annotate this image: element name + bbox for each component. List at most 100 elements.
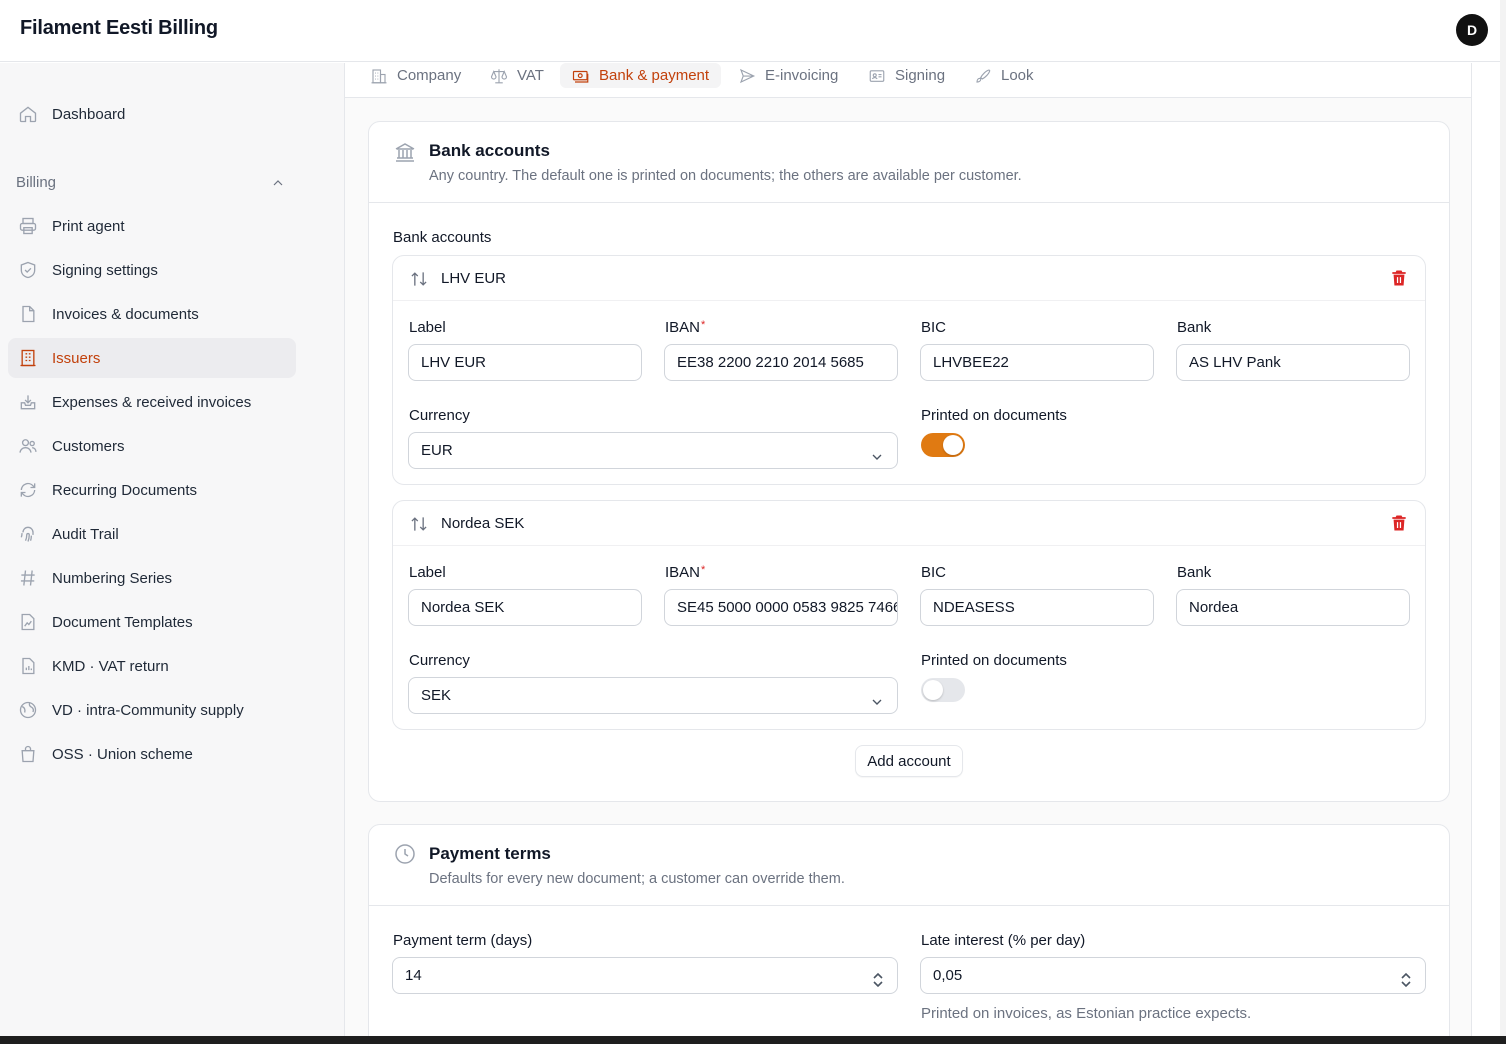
currency-field-label: Currency bbox=[409, 652, 470, 669]
toggle-knob bbox=[943, 435, 963, 455]
iban-field-label: IBAN* bbox=[665, 564, 705, 581]
item-title: LHV EUR bbox=[441, 270, 507, 287]
sidebar-item-dashboard[interactable]: Dashboard bbox=[8, 94, 296, 134]
tab-signing[interactable]: Signing bbox=[868, 63, 945, 88]
main-content: Company VAT Bank & payment E-invoicing S… bbox=[344, 63, 1472, 1044]
bic-field-label: BIC bbox=[921, 319, 947, 336]
tab-label: Company bbox=[397, 67, 462, 84]
sidebar-item-label: Dashboard bbox=[52, 105, 126, 123]
section-subtitle: Defaults for every new document; a custo… bbox=[429, 871, 845, 887]
bic-input[interactable]: NDEASESS bbox=[920, 589, 1154, 626]
currency-value: SEK bbox=[421, 687, 452, 704]
trash-icon[interactable] bbox=[1389, 268, 1409, 288]
sidebar-item-kmd[interactable]: KMD · VAT return bbox=[8, 646, 296, 686]
printed-toggle[interactable] bbox=[921, 433, 965, 457]
trash-icon[interactable] bbox=[1389, 513, 1409, 533]
currency-select[interactable]: SEK bbox=[408, 677, 898, 714]
printed-toggle[interactable] bbox=[921, 678, 965, 702]
sidebar-item-oss[interactable]: OSS · Union scheme bbox=[8, 734, 296, 774]
iban-input[interactable]: SE45 5000 0000 0583 9825 7466 bbox=[664, 589, 898, 626]
sidebar-item-recurring[interactable]: Recurring Documents bbox=[8, 470, 296, 510]
currency-select[interactable]: EUR bbox=[408, 432, 898, 469]
tab-company[interactable]: Company bbox=[370, 63, 461, 88]
tab-bank-payment[interactable]: Bank & payment bbox=[560, 63, 722, 88]
sidebar-item-issuers[interactable]: Issuers bbox=[8, 338, 296, 378]
iban-input[interactable]: EE38 2200 2210 2014 5685 bbox=[664, 344, 898, 381]
bank-account-item: LHV EUR Label LHV EUR IBAN* EE38 2200 22… bbox=[392, 255, 1426, 485]
toggle-knob bbox=[923, 680, 943, 700]
reorder-icon[interactable] bbox=[409, 514, 429, 534]
tab-look[interactable]: Look bbox=[974, 63, 1034, 88]
settings-tabs: Company VAT Bank & payment E-invoicing S… bbox=[345, 63, 1471, 98]
bank-input[interactable]: Nordea bbox=[1176, 589, 1410, 626]
devtools-strip bbox=[0, 1036, 1506, 1044]
sidebar-item-expenses[interactable]: Expenses & received invoices bbox=[8, 382, 296, 422]
printed-field-label: Printed on documents bbox=[921, 407, 1067, 424]
sidebar-item-audit-trail[interactable]: Audit Trail bbox=[8, 514, 296, 554]
payment-term-input[interactable]: 14 bbox=[392, 957, 898, 994]
tab-e-invoicing[interactable]: E-invoicing bbox=[738, 63, 838, 88]
sidebar-item-vd[interactable]: VD · intra-Community supply bbox=[8, 690, 296, 730]
home-icon bbox=[18, 104, 38, 124]
sidebar-item-print-agent[interactable]: Print agent bbox=[8, 206, 296, 246]
hashtag-icon bbox=[18, 568, 38, 588]
section-title: Payment terms bbox=[429, 844, 551, 863]
printer-icon bbox=[18, 216, 38, 236]
tab-label: Look bbox=[1001, 67, 1034, 84]
required-mark: * bbox=[701, 564, 706, 576]
sidebar-item-label: Issuers bbox=[52, 349, 101, 367]
add-account-button[interactable]: Add account bbox=[855, 745, 963, 777]
chevron-down-icon bbox=[869, 443, 885, 460]
sidebar-item-label: OSS · Union scheme bbox=[52, 745, 193, 763]
section-header: Bank accounts Any country. The default o… bbox=[369, 122, 1449, 203]
chevron-up-icon[interactable] bbox=[270, 175, 286, 191]
scale-icon bbox=[490, 67, 508, 85]
sidebar-item-templates[interactable]: Document Templates bbox=[8, 602, 296, 642]
section-title: Bank accounts bbox=[429, 141, 550, 160]
bic-input[interactable]: LHVBEE22 bbox=[920, 344, 1154, 381]
bank-input[interactable]: AS LHV Pank bbox=[1176, 344, 1410, 381]
label-input[interactable]: LHV EUR bbox=[408, 344, 642, 381]
app-title[interactable]: Filament Eesti Billing bbox=[20, 17, 218, 40]
bank-icon bbox=[393, 140, 417, 164]
payment-term-label: Payment term (days) bbox=[393, 932, 533, 949]
document-chart-icon bbox=[18, 656, 38, 676]
item-header: LHV EUR bbox=[393, 256, 1425, 301]
late-interest-value: 0,05 bbox=[933, 967, 963, 984]
paint-brush-icon bbox=[974, 67, 992, 85]
sidebar-item-label: Numbering Series bbox=[52, 569, 173, 587]
building-office-icon bbox=[18, 348, 38, 368]
sidebar-item-label: KMD · VAT return bbox=[52, 657, 169, 675]
top-bar: Filament Eesti Billing D bbox=[0, 0, 1506, 62]
shopping-bag-icon bbox=[18, 744, 38, 764]
sidebar-item-invoices[interactable]: Invoices & documents bbox=[8, 294, 296, 334]
sidebar: Dashboard Billing Print agent Signing se… bbox=[0, 63, 344, 1044]
label-field-label: Label bbox=[409, 319, 446, 336]
users-icon bbox=[18, 436, 38, 456]
iban-label-text: IBAN bbox=[665, 319, 701, 336]
sidebar-item-label: Invoices & documents bbox=[52, 305, 199, 323]
bank-field-label: Bank bbox=[1177, 564, 1212, 581]
sidebar-item-label: Document Templates bbox=[52, 613, 193, 631]
user-avatar[interactable]: D bbox=[1456, 14, 1488, 46]
reorder-icon[interactable] bbox=[409, 269, 429, 289]
tab-vat[interactable]: VAT bbox=[490, 63, 544, 88]
section-subtitle: Any country. The default one is printed … bbox=[429, 168, 1022, 184]
label-input[interactable]: Nordea SEK bbox=[408, 589, 642, 626]
iban-field-label: IBAN* bbox=[665, 319, 705, 336]
scrollbar[interactable] bbox=[1500, 0, 1506, 1044]
fingerprint-icon bbox=[18, 524, 38, 544]
printed-field-label: Printed on documents bbox=[921, 652, 1067, 669]
sidebar-item-signing-settings[interactable]: Signing settings bbox=[8, 250, 296, 290]
building-icon bbox=[370, 67, 388, 85]
sidebar-item-numbering[interactable]: Numbering Series bbox=[8, 558, 296, 598]
item-header: Nordea SEK bbox=[393, 501, 1425, 546]
stepper-icon[interactable] bbox=[1399, 967, 1413, 988]
label-field-label: Label bbox=[409, 564, 446, 581]
late-interest-input[interactable]: 0,05 bbox=[920, 957, 1426, 994]
clock-icon bbox=[393, 842, 417, 866]
sidebar-item-customers[interactable]: Customers bbox=[8, 426, 296, 466]
payment-terms-section: Payment terms Defaults for every new doc… bbox=[368, 824, 1450, 1044]
stepper-icon[interactable] bbox=[871, 967, 885, 988]
paper-airplane-icon bbox=[738, 67, 756, 85]
